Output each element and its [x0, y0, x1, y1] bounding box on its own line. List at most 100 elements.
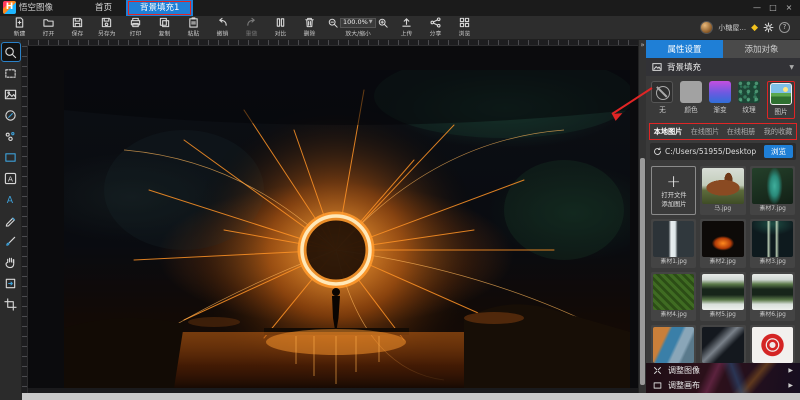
print-icon [130, 17, 141, 28]
refresh-icon[interactable] [653, 147, 662, 156]
thumbnail-horse[interactable]: 马.jpg [700, 166, 745, 215]
tool-crop[interactable] [2, 295, 20, 313]
thumbnail-leaves[interactable]: 素材4.jpg [651, 272, 696, 321]
art-text-icon: A [4, 193, 17, 206]
zoom-in-icon[interactable] [378, 18, 388, 28]
copy-button[interactable]: 复制 [151, 17, 178, 38]
fill-option-gradient[interactable]: 渐变 [709, 81, 731, 119]
browse-button[interactable]: 浏览 [764, 145, 793, 158]
open-button[interactable]: 打开 [35, 17, 62, 38]
minimize-button[interactable]: — [750, 1, 764, 15]
photo-artwork [64, 70, 630, 388]
section-adjust-canvas[interactable]: 调整画布 ▶ [646, 378, 800, 393]
section-background-fill[interactable]: 背景填充 ▼ [646, 58, 800, 76]
user-avatar[interactable] [700, 21, 713, 34]
source-tab-online-albums[interactable]: 在线相册 [727, 126, 756, 136]
thumbnail-image [752, 327, 793, 363]
thumbnail-night-bridge[interactable]: 素材3.jpg [750, 219, 795, 268]
settings-gear-icon[interactable] [763, 22, 774, 33]
thumbnail-image [653, 274, 694, 310]
fill-option-texture[interactable]: 纹理 [738, 81, 760, 119]
paste-button[interactable]: 粘贴 [180, 17, 207, 38]
save-button[interactable]: 保存 [64, 17, 91, 38]
zoom-control: 100.0% ▼ 放大/缩小 [328, 18, 388, 38]
ruler-vertical [22, 46, 28, 393]
fill-option-color[interactable]: 颜色 [680, 81, 702, 119]
app-window: H 悟空图像 首页 背景填充1 — □ × 新建 打开 保存 另存为 [0, 0, 800, 400]
thumbnail-volcano[interactable]: 素材2.jpg [700, 219, 745, 268]
status-bar [0, 393, 800, 400]
delete-button[interactable]: 删除 [296, 17, 323, 38]
print-button[interactable]: 打印 [122, 17, 149, 38]
crop-icon [4, 298, 17, 311]
tool-brush[interactable] [2, 232, 20, 250]
zoom-value-box[interactable]: 100.0% ▼ [340, 18, 376, 28]
tool-hand[interactable] [2, 253, 20, 271]
image-icon [4, 88, 17, 101]
thumbnail-sky-reflection-1[interactable]: 素材5.jpg [700, 272, 745, 321]
browse-resources-button[interactable]: 浏览 [451, 17, 478, 38]
panel-scrollbar-thumb[interactable] [640, 158, 645, 385]
save-as-button[interactable]: 另存为 [93, 17, 120, 38]
undo-button[interactable]: 撤销 [209, 17, 236, 38]
tool-eyedropper[interactable] [2, 106, 20, 124]
thumbnail-sky-reflection-2[interactable]: 素材6.jpg [750, 272, 795, 321]
app-logo-icon: H [3, 1, 16, 14]
photo-steel-wool-spinning[interactable] [64, 70, 630, 388]
section-collapse-icon[interactable]: ▼ [789, 64, 794, 71]
brush-icon [4, 235, 17, 248]
panel-collapse-handle[interactable]: » [638, 40, 646, 393]
tool-rectangle[interactable] [2, 148, 20, 166]
share-button[interactable]: 分享 [422, 17, 449, 38]
redo-button[interactable]: 重做 [238, 17, 265, 38]
copy-icon [159, 17, 170, 28]
folder-path[interactable]: C:/Users/51955/Desktop [665, 147, 761, 156]
pen-icon [4, 214, 17, 227]
tool-art-text[interactable]: A [2, 190, 20, 208]
tool-select[interactable] [2, 43, 20, 61]
source-tab-online-images[interactable]: 在线图片 [690, 126, 719, 136]
fill-option-none[interactable]: 无 [651, 81, 673, 119]
source-tab-local[interactable]: 本地图片 [654, 126, 683, 136]
color-fill-swatch [680, 81, 702, 103]
new-button[interactable]: 新建 [6, 17, 33, 38]
thumbnail-light-rays[interactable]: 追光.jpg [700, 325, 745, 363]
tool-marquee[interactable] [2, 64, 20, 82]
tab-home[interactable]: 首页 [81, 0, 126, 16]
grid-icon [459, 17, 470, 28]
tool-image[interactable] [2, 85, 20, 103]
tab-background-fill[interactable]: 背景填充1 [126, 0, 193, 16]
tab-add-object[interactable]: 添加对象 [723, 40, 800, 58]
thumbnail-grid: + 打开文件 添加图片 马.jpg 素材7.jpg 素材1.jpg [646, 164, 800, 363]
tool-pen[interactable] [2, 211, 20, 229]
tool-transform[interactable] [2, 274, 20, 292]
section-adjust-image[interactable]: 调整图像 ▶ [646, 363, 800, 378]
compare-button[interactable]: 对比 [267, 17, 294, 38]
user-name: 小糖屋... [718, 23, 746, 33]
tab-properties[interactable]: 属性设置 [646, 40, 723, 58]
zoom-out-icon[interactable] [328, 18, 338, 28]
source-tab-favorites[interactable]: 我的收藏 [764, 126, 793, 136]
undo-icon [217, 17, 228, 28]
canvas-scrollbar-horizontal[interactable] [28, 388, 638, 393]
fill-option-image[interactable]: 图片 [767, 81, 795, 119]
thumbnail-city-river[interactable]: 长江.jpg [651, 325, 696, 363]
tool-text[interactable]: A [2, 169, 20, 187]
help-icon[interactable]: ? [779, 22, 790, 33]
trash-icon [304, 17, 315, 28]
add-image-tile[interactable]: + 打开文件 添加图片 [651, 166, 696, 215]
upload-button[interactable]: 上传 [393, 17, 420, 38]
save-as-icon [101, 17, 112, 28]
close-button[interactable]: × [782, 1, 796, 15]
thumbnail-image [752, 168, 793, 204]
image-source-tabs: 本地图片 在线图片 在线相册 我的收藏 [649, 123, 797, 140]
thumbnail-image [702, 274, 743, 310]
vip-diamond-icon[interactable]: ◆ [751, 23, 758, 33]
canvas-area[interactable] [22, 40, 638, 393]
tool-particles[interactable] [2, 127, 20, 145]
thumbnail-waterfall[interactable]: 素材1.jpg [651, 219, 696, 268]
thumbnail-red-seal[interactable]: 囍.jpg [750, 325, 795, 363]
fill-options: 无 颜色 渐变 纹理 图片 [646, 76, 800, 122]
thumbnail-canyon[interactable]: 素材7.jpg [750, 166, 795, 215]
maximize-button[interactable]: □ [766, 1, 780, 15]
